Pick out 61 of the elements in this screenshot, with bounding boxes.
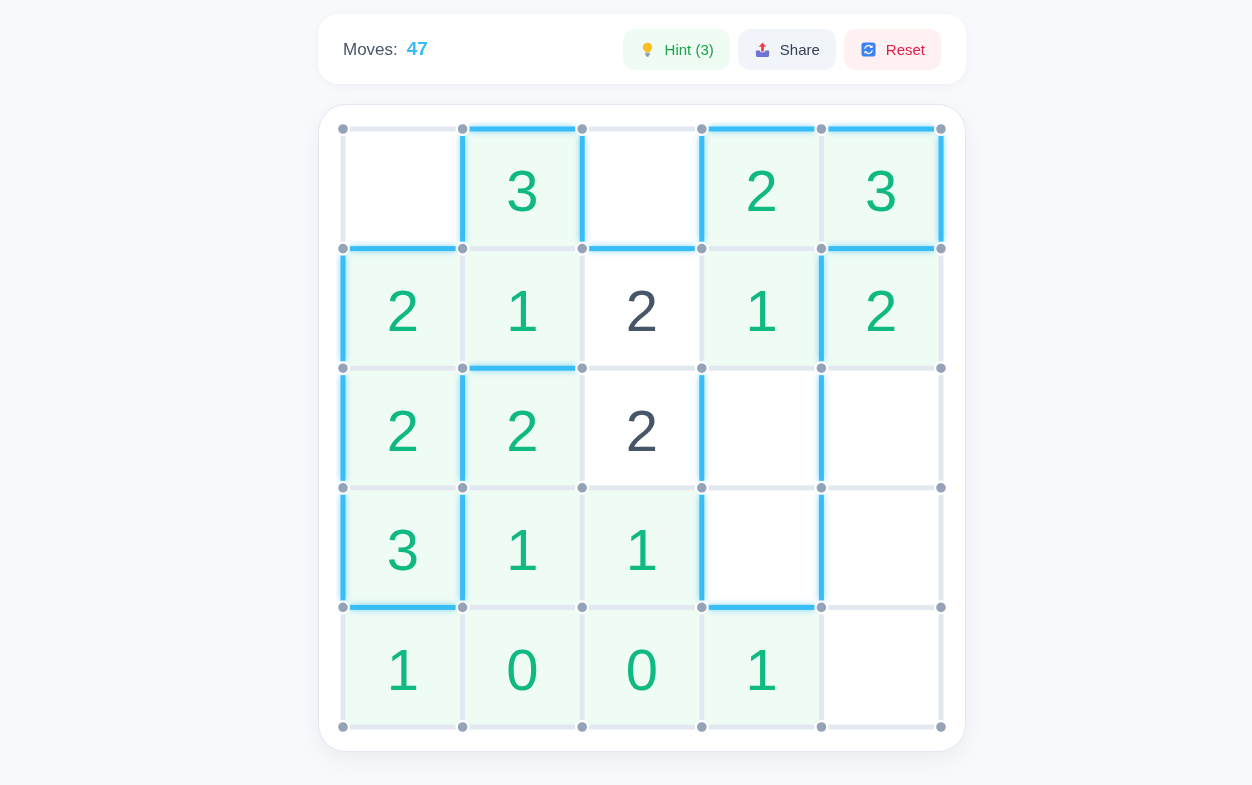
dot-icon <box>695 242 709 255</box>
dot-icon <box>336 361 350 375</box>
dot-icon <box>336 720 350 734</box>
dot-icon <box>575 242 589 255</box>
dot-icon <box>934 122 948 136</box>
dot-icon <box>934 242 948 255</box>
dot-icon <box>456 481 469 495</box>
dot-icon <box>336 122 350 136</box>
dot-icon <box>695 361 709 375</box>
dot-icon <box>934 481 948 495</box>
tray-arrow-icon <box>754 41 770 57</box>
dot-icon <box>695 601 709 614</box>
dot-icon <box>695 481 709 495</box>
clue-number: 3 <box>386 517 419 583</box>
clue-number: 3 <box>865 158 898 224</box>
dot-icon <box>456 242 469 255</box>
dot-icon <box>336 242 350 255</box>
dot-icon <box>815 720 828 734</box>
dot-icon <box>456 122 469 136</box>
dot-icon <box>575 122 589 136</box>
dot-icon <box>695 720 709 734</box>
clue-number: 2 <box>386 277 419 343</box>
dot-icon <box>336 481 350 495</box>
hint-button[interactable]: Hint (3) <box>622 28 730 70</box>
share-button[interactable]: Share <box>737 28 836 70</box>
dot-icon <box>695 122 709 136</box>
clue-number: 1 <box>625 517 659 583</box>
dot-icon <box>815 601 828 614</box>
clue-number: 2 <box>386 397 419 463</box>
dot-icon <box>934 361 948 375</box>
clue-number: 2 <box>506 397 539 463</box>
dot-icon <box>456 720 469 734</box>
clue-number: 0 <box>625 636 659 702</box>
dot-icon <box>575 601 589 614</box>
dot-icon <box>815 122 828 136</box>
clue-number: 2 <box>625 277 659 343</box>
dot-icon <box>934 601 948 614</box>
clue-number: 2 <box>625 397 659 463</box>
clue-number: 0 <box>506 636 539 702</box>
clue-number: 2 <box>745 158 778 224</box>
dot-icon <box>815 361 828 375</box>
clue-number: 1 <box>506 277 539 343</box>
dot-icon <box>934 720 948 734</box>
clue-number: 3 <box>506 158 539 224</box>
dot-icon <box>575 720 589 734</box>
clue-number: 1 <box>506 517 539 583</box>
clue-number: 2 <box>865 277 898 343</box>
dot-icon <box>575 361 589 375</box>
moves-label: Moves: <box>343 40 398 60</box>
reset-button[interactable]: Reset <box>843 28 941 70</box>
clue-number: 1 <box>745 277 778 343</box>
dot-icon <box>456 601 469 614</box>
dot-icon <box>336 601 350 614</box>
moves-count: 47 <box>406 38 428 60</box>
dot-icon <box>815 481 828 495</box>
clue-number: 1 <box>386 636 419 702</box>
dot-icon <box>575 481 589 495</box>
refresh-icon <box>860 41 876 57</box>
dot-icon <box>456 361 469 375</box>
clue-number: 1 <box>745 636 778 702</box>
dot-icon <box>815 242 828 255</box>
